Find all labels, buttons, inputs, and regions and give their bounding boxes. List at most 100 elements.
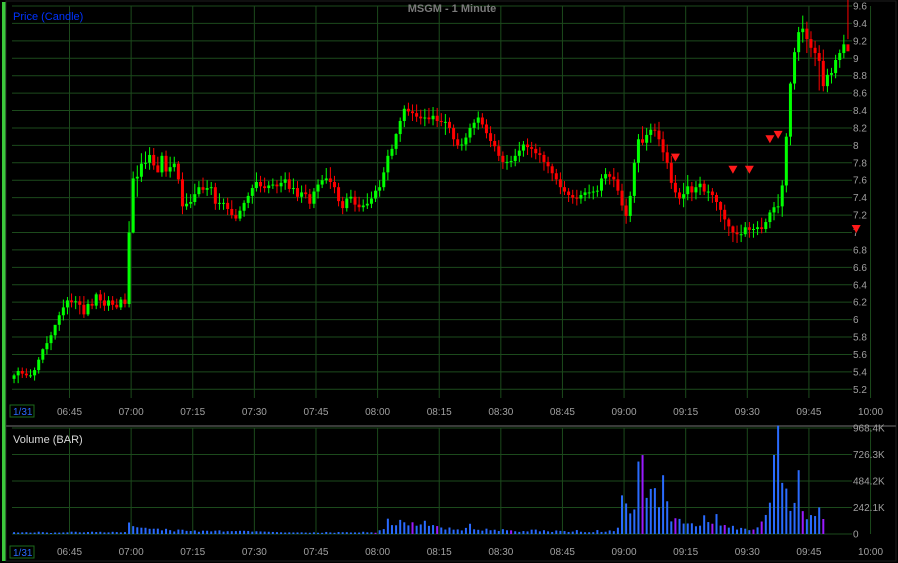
candle-body (698, 183, 702, 188)
candle-body (587, 192, 591, 194)
volume-bar (797, 470, 800, 534)
volume-bar (218, 530, 221, 534)
candle-body (386, 155, 390, 173)
candle-body (435, 115, 439, 121)
candle-body (287, 179, 291, 189)
volume-bar (280, 532, 283, 534)
volume-panel-label[interactable]: Volume (BAR) (13, 434, 83, 446)
price-x-tick-label: 07:00 (119, 407, 144, 418)
candle-body (189, 202, 193, 204)
price-y-tick-label: 8 (853, 141, 859, 152)
volume-bar (731, 525, 734, 534)
candle-body (398, 120, 402, 135)
candle-body (760, 227, 764, 230)
volume-bar (107, 532, 110, 534)
volume-bar (510, 530, 513, 534)
candle-body (254, 181, 258, 189)
price-x-tick-label: 07:30 (242, 407, 267, 418)
volume-bar (588, 532, 591, 534)
candle-body (464, 137, 468, 145)
volume-bar (715, 514, 718, 534)
candle-body (563, 187, 567, 192)
candle-body (160, 155, 164, 173)
volume-bar (78, 532, 81, 534)
volume-bar (247, 530, 250, 534)
volume-bar (230, 531, 233, 534)
volume-bar (160, 530, 163, 534)
volume-bar (148, 528, 151, 534)
volume-bar (399, 519, 402, 534)
candle-body (86, 303, 90, 315)
candle-body (369, 198, 373, 204)
candle-body (657, 130, 661, 140)
price-x-tick-label: 09:45 (796, 407, 821, 418)
volume-bar (657, 507, 660, 534)
volume-x-tick-label: 08:00 (365, 547, 390, 558)
volume-x-tick-label: 09:00 (612, 547, 637, 558)
candle-body (554, 173, 558, 180)
volume-bar (226, 531, 229, 534)
candle-body (805, 28, 809, 40)
price-x-tick-label: 09:30 (735, 407, 760, 418)
candle-body (632, 162, 636, 196)
volume-bar (489, 530, 492, 534)
candle-body (493, 141, 497, 147)
candle-body (353, 196, 357, 205)
volume-bar (592, 532, 595, 534)
candle-body (111, 300, 115, 305)
price-x-tick-label: 08:15 (427, 407, 452, 418)
price-y-tick-label: 8.4 (853, 106, 867, 117)
candle-body (57, 315, 61, 325)
volume-bar (325, 531, 328, 534)
volume-bar (538, 531, 541, 534)
volume-bar (415, 525, 418, 534)
volume-bar (555, 530, 558, 534)
volume-bar (234, 531, 237, 534)
price-y-tick-label: 5.8 (853, 333, 867, 344)
price-y-tick-label: 8.6 (853, 89, 867, 100)
candle-body (530, 147, 534, 149)
volume-bar (805, 519, 808, 534)
volume-x-tick-label: 08:30 (488, 547, 513, 558)
candle-body (649, 129, 653, 135)
volume-bar (185, 530, 188, 534)
volume-bar (206, 530, 209, 534)
volume-bar (308, 532, 311, 534)
candle-body (41, 349, 45, 360)
volume-bar (382, 529, 385, 534)
candle-body (595, 190, 599, 192)
candle-body (390, 148, 394, 156)
candle-body (283, 179, 287, 183)
candle-body (411, 111, 415, 114)
candle-body (328, 178, 332, 182)
volume-bar (563, 531, 566, 534)
price-x-tick-label: 06:45 (57, 407, 82, 418)
volume-bar (329, 532, 332, 534)
price-y-tick-label: 6.8 (853, 245, 867, 256)
volume-bar (699, 525, 702, 534)
volume-y-tick-label: 968.4K (853, 424, 885, 435)
price-panel-label[interactable]: Price (Candle) (13, 11, 83, 23)
volume-bar (214, 530, 217, 534)
volume-bar (358, 532, 361, 534)
volume-bar (477, 529, 480, 534)
volume-bar (284, 532, 287, 534)
volume-bar (666, 501, 669, 534)
candle-body (148, 154, 152, 163)
volume-bar (736, 529, 739, 534)
volume-x-tick-label: 08:15 (427, 547, 452, 558)
price-x-tick-label: 08:30 (488, 407, 513, 418)
volume-bar (760, 521, 763, 534)
volume-bar (785, 488, 788, 534)
volume-bar (29, 532, 32, 534)
volume-bar (58, 532, 61, 534)
candle-body (747, 227, 751, 230)
volume-bar (370, 532, 373, 534)
candle-body (423, 117, 427, 119)
volume-bar (768, 502, 771, 534)
price-y-tick-label: 6.2 (853, 298, 867, 309)
candle-body (719, 202, 723, 210)
candle-body (526, 144, 530, 148)
volume-bar (403, 522, 406, 534)
candle-body (604, 174, 608, 179)
